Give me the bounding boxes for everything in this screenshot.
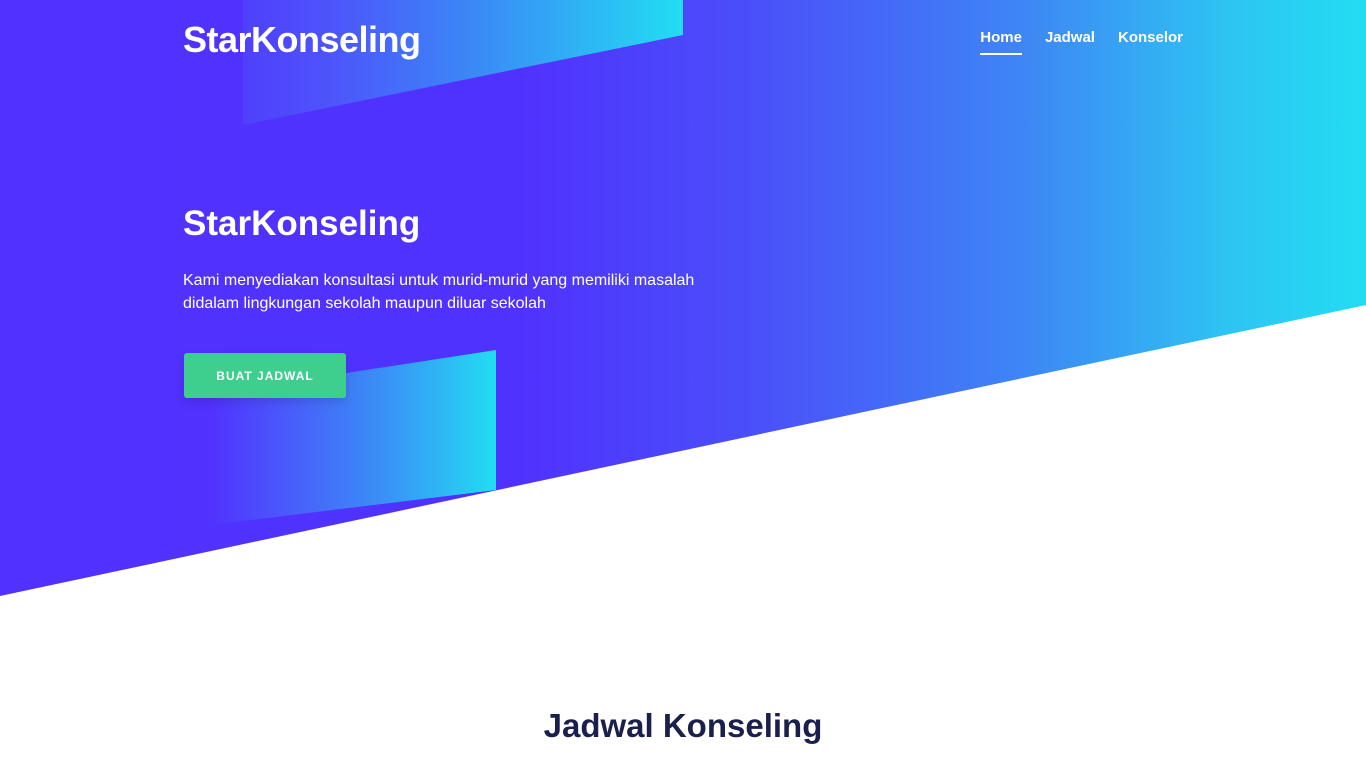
- nav-link-konselor[interactable]: Konselor: [1118, 29, 1183, 55]
- nav-link-jadwal[interactable]: Jadwal: [1045, 29, 1095, 55]
- hero-title: StarKonseling: [183, 204, 421, 243]
- navbar: StarKonseling Home Jadwal Konselor: [0, 0, 1366, 80]
- schedule-section-title: Jadwal Konseling: [543, 707, 823, 744]
- hero-content: StarKonseling Kami menyediakan konsultas…: [183, 200, 703, 315]
- nav-menu: Home Jadwal Konselor: [980, 29, 1183, 55]
- page: StarKonseling Home Jadwal Konselor StarK…: [0, 0, 1366, 768]
- hero-description: Kami menyediakan konsultasi untuk murid-…: [183, 272, 695, 312]
- nav-link-home[interactable]: Home: [980, 29, 1022, 55]
- create-schedule-button[interactable]: BUAT JADWAL: [184, 353, 346, 398]
- site-logo[interactable]: StarKonseling: [183, 18, 421, 62]
